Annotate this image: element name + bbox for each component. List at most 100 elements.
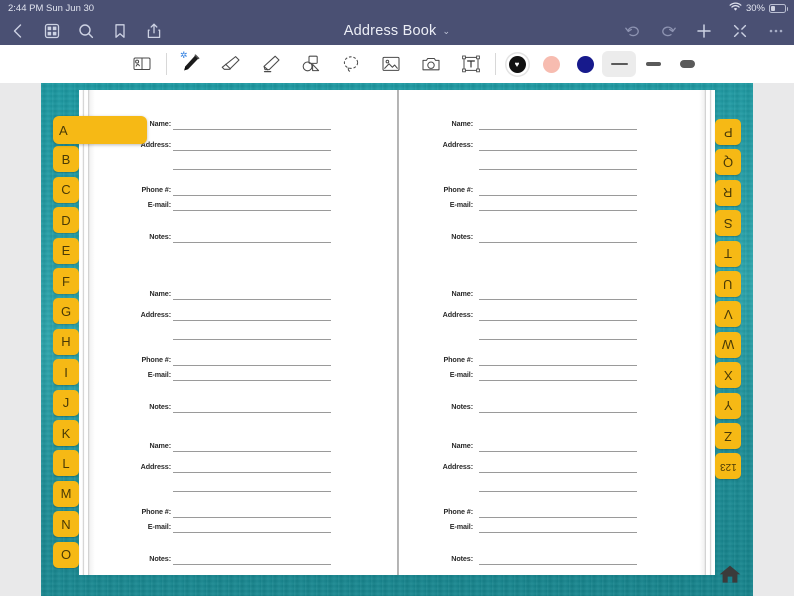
field-write-line-name[interactable]	[173, 451, 331, 452]
field-write-line-name[interactable]	[173, 299, 331, 300]
stroke-weight-thin[interactable]	[602, 51, 636, 77]
field-write-line-address[interactable]	[173, 472, 331, 473]
index-tab-j[interactable]: J	[53, 389, 79, 416]
field-label-name: Name:	[451, 441, 474, 450]
field-write-line-address[interactable]	[173, 320, 331, 321]
field-write-line-phone[interactable]	[173, 517, 331, 518]
field-write-line-address2[interactable]	[479, 491, 637, 492]
field-label-address: Address:	[442, 140, 473, 149]
notebook-page-left[interactable]: Name: Address: Phone #: E-mail: Notes: Name: A…	[95, 90, 397, 575]
field-write-line-address[interactable]	[479, 472, 637, 473]
index-tab-w[interactable]: W	[715, 331, 741, 358]
pen-tool[interactable]: ✲	[171, 49, 211, 79]
field-write-line-notes[interactable]	[479, 564, 637, 565]
index-tab-p[interactable]: P	[715, 119, 741, 145]
index-tab-n[interactable]: N	[53, 511, 79, 538]
index-tab-label: O	[60, 547, 72, 563]
field-write-line-phone[interactable]	[173, 365, 331, 366]
field-write-line-phone[interactable]	[479, 365, 637, 366]
index-tab-d[interactable]: D	[53, 207, 79, 234]
index-tab-i[interactable]: I	[53, 359, 79, 386]
field-write-line-phone[interactable]	[173, 195, 331, 196]
index-tab-l[interactable]: L	[53, 450, 79, 477]
field-write-line-email[interactable]	[173, 532, 331, 533]
image-tool[interactable]	[371, 49, 411, 79]
field-write-line-name[interactable]	[479, 451, 637, 452]
index-tab-q[interactable]: Q	[715, 149, 741, 176]
index-tab-x[interactable]: X	[715, 362, 741, 389]
index-tab-c[interactable]: C	[53, 176, 79, 203]
stroke-weight-medium[interactable]	[636, 51, 670, 77]
index-tab-e[interactable]: E	[53, 237, 79, 264]
camera-tool[interactable]	[411, 49, 451, 79]
notebook-page-right[interactable]: Name: Address: Phone #: E-mail: Notes: Name: A…	[397, 90, 699, 575]
canvas-right-margin	[753, 83, 794, 596]
index-tab-u[interactable]: U	[715, 271, 741, 297]
field-write-line-address2[interactable]	[173, 491, 331, 492]
index-tab-m[interactable]: M	[53, 480, 79, 507]
field-write-line-email[interactable]	[173, 210, 331, 211]
index-tab-a[interactable]: A	[53, 116, 147, 144]
wifi-icon	[729, 2, 742, 14]
field-write-line-address[interactable]	[479, 150, 637, 151]
index-tab-label: Z	[724, 428, 732, 444]
field-write-line-notes[interactable]	[173, 242, 331, 243]
heart-icon: ♥	[514, 59, 520, 69]
index-tab-o[interactable]: O	[53, 541, 79, 568]
field-write-line-address[interactable]	[173, 150, 331, 151]
field-label-email: E-mail:	[147, 370, 171, 379]
field-write-line-name[interactable]	[479, 129, 637, 130]
field-label-notes: Notes:	[451, 554, 473, 563]
undo-button[interactable]	[622, 21, 642, 41]
shape-tool[interactable]	[291, 49, 331, 79]
field-write-line-email[interactable]	[479, 532, 637, 533]
index-tab-t[interactable]: T	[715, 240, 741, 267]
index-tab-y[interactable]: Y	[715, 392, 741, 419]
field-write-line-name[interactable]	[479, 299, 637, 300]
index-tab-z[interactable]: Z	[715, 423, 741, 449]
field-write-line-notes[interactable]	[173, 412, 331, 413]
field-write-line-notes[interactable]	[479, 242, 637, 243]
index-tab-k[interactable]: K	[53, 420, 79, 446]
text-box-tool[interactable]	[451, 49, 491, 79]
field-write-line-address2[interactable]	[479, 339, 637, 340]
redo-button[interactable]	[658, 21, 678, 41]
field-write-line-phone[interactable]	[479, 517, 637, 518]
index-tab-f[interactable]: F	[53, 268, 79, 294]
home-icon[interactable]	[718, 563, 742, 590]
index-tab-label: 123	[719, 460, 737, 472]
eraser-tool[interactable]	[211, 49, 251, 79]
add-page-button[interactable]	[694, 21, 714, 41]
field-write-line-name[interactable]	[173, 129, 331, 130]
field-write-line-notes[interactable]	[173, 564, 331, 565]
index-tab-s[interactable]: S	[715, 210, 741, 237]
status-date: Sun Jun 30	[46, 2, 95, 14]
zoom-box-tool[interactable]	[122, 49, 162, 79]
field-write-line-phone[interactable]	[479, 195, 637, 196]
field-write-line-address[interactable]	[479, 320, 637, 321]
index-tab-r[interactable]: R	[715, 179, 741, 206]
lasso-tool[interactable]	[331, 49, 371, 79]
field-label-name: Name:	[451, 289, 474, 298]
color-swatch-navy[interactable]	[568, 49, 602, 79]
presentation-button[interactable]	[730, 21, 750, 41]
field-write-line-email[interactable]	[479, 380, 637, 381]
field-label-name: Name:	[149, 289, 172, 298]
color-swatch-black[interactable]: ♥	[500, 49, 534, 79]
field-write-line-address2[interactable]	[479, 169, 637, 170]
index-tab-123[interactable]: 123	[715, 453, 741, 480]
field-write-line-address2[interactable]	[173, 339, 331, 340]
field-write-line-notes[interactable]	[479, 412, 637, 413]
index-tab-v[interactable]: V	[715, 301, 741, 328]
color-swatch-pink[interactable]	[534, 49, 568, 79]
index-tab-b[interactable]: B	[53, 146, 79, 173]
highlighter-tool[interactable]	[251, 49, 291, 79]
index-tab-label: K	[61, 425, 71, 441]
index-tab-g[interactable]: G	[53, 298, 79, 325]
more-button[interactable]	[766, 21, 786, 41]
index-tab-h[interactable]: H	[53, 328, 79, 355]
field-write-line-email[interactable]	[479, 210, 637, 211]
stroke-weight-thick[interactable]	[670, 51, 704, 77]
field-write-line-email[interactable]	[173, 380, 331, 381]
field-write-line-address2[interactable]	[173, 169, 331, 170]
